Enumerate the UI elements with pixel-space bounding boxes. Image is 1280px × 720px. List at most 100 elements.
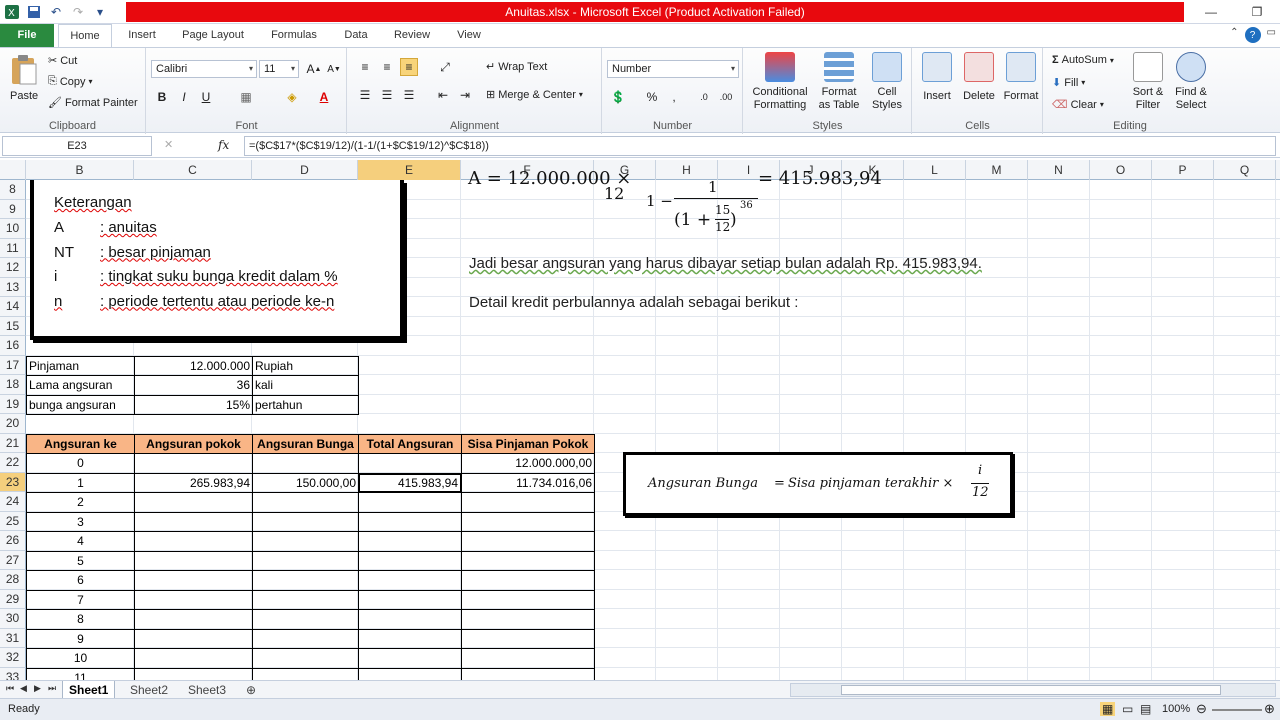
cell[interactable] — [358, 511, 462, 532]
align-bottom-icon[interactable]: ≡ — [400, 58, 418, 76]
cell[interactable] — [461, 609, 595, 630]
zoom-slider[interactable] — [1212, 709, 1262, 711]
cell[interactable] — [461, 628, 595, 649]
prev-sheet-icon[interactable]: ◀ — [20, 683, 27, 694]
row-header-23[interactable]: 23 — [0, 472, 26, 492]
minimize-icon[interactable]: — — [1188, 0, 1234, 24]
row-header-27[interactable]: 27 — [0, 550, 26, 570]
cell[interactable] — [134, 511, 253, 532]
cell[interactable] — [358, 667, 462, 680]
tab-home[interactable]: Home — [58, 24, 112, 47]
merge-center-button[interactable]: ⊞ Merge & Center ▾ — [486, 88, 583, 102]
cell[interactable] — [252, 648, 359, 669]
cell[interactable] — [461, 589, 595, 610]
angsuran-ke[interactable]: 6 — [26, 570, 135, 591]
underline-icon[interactable]: U — [197, 88, 215, 106]
row-header-8[interactable]: 8 — [0, 180, 26, 200]
cell[interactable] — [461, 550, 595, 571]
cancel-icon[interactable]: ✕ — [164, 138, 173, 151]
angsuran-pokok[interactable]: 265.983,94 — [134, 472, 253, 493]
formula-input[interactable]: =($C$17*($C$19/12)/(1-1/(1+$C$19/12)^$C$… — [244, 136, 1276, 156]
row-header-15[interactable]: 15 — [0, 316, 26, 336]
align-right-icon[interactable]: ☰ — [400, 86, 418, 104]
angsuran-bunga[interactable]: 150.000,00 — [252, 472, 359, 493]
row-header-24[interactable]: 24 — [0, 492, 26, 512]
decrease-indent-icon[interactable]: ⇤ — [434, 86, 452, 104]
cell[interactable] — [252, 531, 359, 552]
sort-filter-button[interactable]: Sort & Filter — [1128, 52, 1168, 114]
row-header-11[interactable]: 11 — [0, 238, 26, 258]
last-sheet-icon[interactable]: ⏭ — [48, 683, 56, 694]
row-header-9[interactable]: 9 — [0, 199, 26, 219]
name-box[interactable]: E23 — [2, 136, 152, 156]
cell[interactable] — [134, 628, 253, 649]
tab-file[interactable]: File — [0, 24, 54, 47]
fx-button[interactable]: fx — [218, 138, 229, 152]
format-painter-button[interactable]: 🖌 Format Painter — [48, 96, 138, 110]
cell[interactable] — [358, 570, 462, 591]
column-header-p[interactable]: P — [1152, 160, 1214, 180]
align-top-icon[interactable]: ≡ — [356, 58, 374, 76]
cell[interactable] — [252, 550, 359, 571]
undo-icon[interactable]: ↶ — [48, 4, 64, 20]
scroll-thumb[interactable] — [841, 685, 1221, 695]
format-button[interactable]: Format — [1001, 52, 1041, 114]
cell[interactable] — [134, 492, 253, 513]
redo-icon[interactable]: ↷ — [70, 4, 86, 20]
param-label[interactable]: Pinjaman — [26, 355, 135, 376]
column-header-n[interactable]: N — [1028, 160, 1090, 180]
fill-button[interactable]: ⬇ Fill ▾ — [1052, 76, 1085, 90]
table-header[interactable]: Angsuran Bunga — [252, 433, 359, 454]
param-label[interactable]: bunga angsuran — [26, 394, 135, 415]
insert-button[interactable]: Insert — [917, 52, 957, 114]
column-header-b[interactable]: B — [26, 160, 134, 180]
cell[interactable] — [252, 570, 359, 591]
column-header-d[interactable]: D — [252, 160, 358, 180]
angsuran-ke[interactable]: 7 — [26, 589, 135, 610]
cell[interactable] — [252, 492, 359, 513]
next-sheet-icon[interactable]: ▶ — [34, 683, 41, 694]
keterangan-text-box[interactable]: Keterangan A: anuitas NT: besar pinjaman i:… — [30, 180, 404, 340]
cell[interactable] — [358, 589, 462, 610]
param-value[interactable]: 12.000.000 — [134, 355, 253, 376]
cell[interactable] — [358, 531, 462, 552]
angsuran-ke[interactable]: 3 — [26, 511, 135, 532]
bold-icon[interactable]: B — [153, 88, 171, 106]
angsuran-ke[interactable]: 5 — [26, 550, 135, 571]
increase-decimal-icon[interactable]: .0 — [695, 88, 713, 106]
orientation-icon[interactable]: ⤢ — [436, 58, 454, 76]
cell[interactable] — [358, 453, 462, 474]
row-header-30[interactable]: 30 — [0, 609, 26, 629]
angsuran-ke[interactable]: 10 — [26, 648, 135, 669]
customize-qat-icon[interactable]: ▾ — [92, 4, 108, 20]
row-header-16[interactable]: 16 — [0, 336, 26, 356]
font-color-icon[interactable]: A — [315, 88, 333, 106]
angsuran-ke[interactable]: 8 — [26, 609, 135, 630]
cell[interactable] — [134, 550, 253, 571]
normal-view-icon[interactable]: ▦ — [1100, 702, 1116, 716]
row-header-14[interactable]: 14 — [0, 297, 26, 317]
zoom-level[interactable]: 100% — [1162, 703, 1190, 715]
cell[interactable] — [461, 570, 595, 591]
italic-icon[interactable]: I — [175, 88, 193, 106]
percent-icon[interactable]: % — [643, 88, 661, 106]
param-value[interactable]: 15% — [134, 394, 253, 415]
angsuran-ke[interactable]: 4 — [26, 531, 135, 552]
save-icon[interactable] — [26, 4, 42, 20]
column-header-c[interactable]: C — [134, 160, 252, 180]
row-header-12[interactable]: 12 — [0, 258, 26, 278]
page-layout-view-icon[interactable]: ▭ — [1122, 702, 1133, 716]
row-header-17[interactable]: 17 — [0, 355, 26, 375]
column-header-m[interactable]: M — [966, 160, 1028, 180]
row-header-18[interactable]: 18 — [0, 375, 26, 395]
cell[interactable] — [134, 453, 253, 474]
cell[interactable] — [252, 589, 359, 610]
cell[interactable] — [358, 648, 462, 669]
cell[interactable] — [134, 589, 253, 610]
first-sheet-icon[interactable]: ⏮ — [6, 683, 14, 694]
select-all-corner[interactable] — [0, 160, 26, 180]
row-header-31[interactable]: 31 — [0, 628, 26, 648]
sheet-tab-sheet1[interactable]: Sheet1 — [62, 681, 116, 699]
cell[interactable] — [134, 609, 253, 630]
cell[interactable] — [358, 609, 462, 630]
